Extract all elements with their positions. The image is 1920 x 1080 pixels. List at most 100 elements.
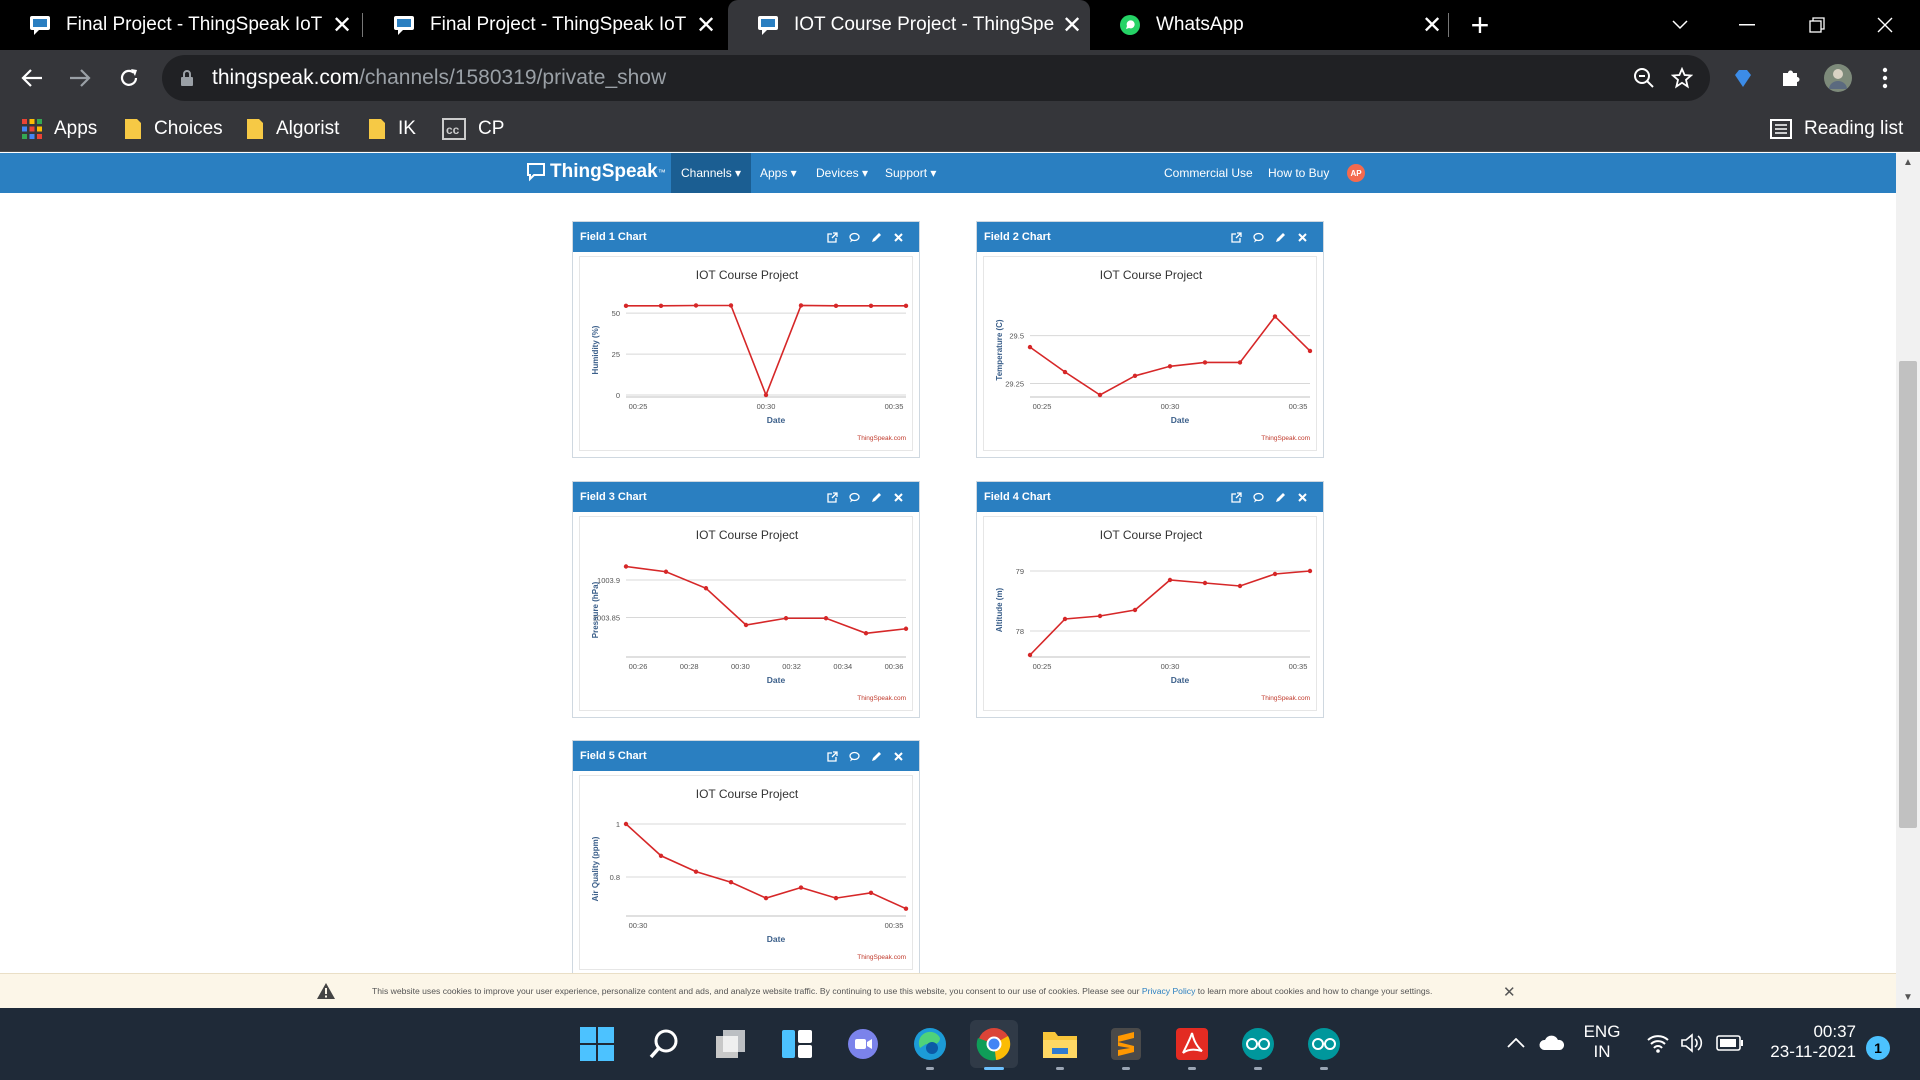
scrollbar-thumb[interactable]: [1899, 361, 1917, 828]
close-panel-icon[interactable]: [1291, 489, 1313, 505]
close-panel-icon[interactable]: [1291, 229, 1313, 245]
back-arrow-icon[interactable]: [14, 60, 50, 96]
panel-actions: [821, 482, 909, 512]
clock[interactable]: 00:37 23-11-2021: [1756, 1022, 1856, 1062]
zoom-icon[interactable]: [1630, 64, 1658, 92]
nav-support[interactable]: Support ▾: [875, 153, 946, 193]
comment-icon[interactable]: [843, 229, 865, 245]
teams-chat-icon[interactable]: [839, 1020, 887, 1068]
task-view-icon[interactable]: [707, 1020, 755, 1068]
reload-icon[interactable]: [111, 60, 147, 96]
edit-pencil-icon[interactable]: [865, 489, 887, 505]
minimize-icon[interactable]: [1712, 0, 1782, 50]
data-point: [743, 622, 749, 628]
y-axis-label: Altitude (m): [995, 587, 1004, 632]
cookie-banner: This website uses cookies to improve you…: [0, 973, 1896, 1008]
nav-how-to-buy[interactable]: How to Buy: [1258, 153, 1339, 193]
profile-avatar[interactable]: [1823, 63, 1853, 93]
nav-apps[interactable]: Apps ▾: [750, 153, 807, 193]
menu-kebab-icon[interactable]: [1870, 63, 1900, 93]
acrobat-pdf-icon[interactable]: [1168, 1020, 1216, 1070]
comment-icon[interactable]: [843, 748, 865, 764]
show-hidden-icons-chevron-icon[interactable]: [1502, 1028, 1530, 1058]
new-tab-button[interactable]: +: [1462, 8, 1498, 44]
bookmark-ik[interactable]: IK: [368, 114, 416, 144]
close-panel-icon[interactable]: [887, 489, 909, 505]
thingspeak-logo[interactable]: ThingSpeak ™: [526, 161, 666, 183]
series-line: [625, 565, 907, 635]
arduino-ide-icon[interactable]: [1234, 1020, 1282, 1070]
notification-badge[interactable]: 1: [1866, 1036, 1890, 1060]
restore-icon[interactable]: [1782, 0, 1852, 50]
battery-icon[interactable]: [1712, 1028, 1748, 1058]
edit-pencil-icon[interactable]: [1269, 229, 1291, 245]
bookmark-apps[interactable]: Apps: [22, 114, 97, 144]
nav-channels[interactable]: Channels ▾: [671, 153, 752, 193]
wifi-icon[interactable]: [1642, 1028, 1674, 1058]
edit-pencil-icon[interactable]: [865, 229, 887, 245]
privacy-policy-link[interactable]: Privacy Policy: [1142, 986, 1195, 996]
chrome-browser-icon[interactable]: [970, 1020, 1018, 1070]
logo-text: ThingSpeak: [550, 161, 658, 182]
bookmark-algorist[interactable]: Algorist: [246, 114, 339, 144]
y-axis-label: Pressure (hPa): [591, 581, 600, 638]
open-external-icon[interactable]: [821, 229, 843, 245]
clock-date: 23-11-2021: [1770, 1042, 1856, 1061]
nav-commercial-use[interactable]: Commercial Use: [1154, 153, 1263, 193]
comment-icon[interactable]: [1247, 229, 1269, 245]
widgets-icon[interactable]: [773, 1020, 821, 1068]
open-external-icon[interactable]: [1225, 489, 1247, 505]
extension-gem-icon[interactable]: [1728, 63, 1758, 93]
reading-list-button[interactable]: Reading list: [1770, 114, 1903, 144]
edge-browser-icon[interactable]: [906, 1020, 954, 1070]
onedrive-cloud-icon[interactable]: [1534, 1028, 1570, 1058]
scroll-down-arrow-icon[interactable]: ▼: [1896, 988, 1920, 1008]
open-external-icon[interactable]: [1225, 229, 1247, 245]
user-avatar[interactable]: AP: [1347, 164, 1365, 182]
search-icon[interactable]: [640, 1020, 688, 1068]
open-external-icon[interactable]: [821, 489, 843, 505]
close-panel-icon[interactable]: [887, 748, 909, 764]
comment-icon[interactable]: [843, 489, 865, 505]
y-axis-label: Air Quality (ppm): [591, 836, 600, 901]
cc-icon: cc: [442, 118, 466, 140]
svg-text:cc: cc: [446, 123, 460, 137]
tab-search-icon[interactable]: [1645, 0, 1715, 50]
close-tab-icon[interactable]: ✕: [688, 11, 724, 40]
close-window-icon[interactable]: [1850, 0, 1920, 50]
data-point: [868, 303, 874, 309]
forward-arrow-icon[interactable]: [62, 60, 98, 96]
close-tab-icon[interactable]: ✕: [1414, 11, 1450, 40]
bookmark-choices[interactable]: Choices: [124, 114, 223, 144]
chat-bubble-logo-icon: [527, 163, 545, 182]
nav-devices[interactable]: Devices ▾: [806, 153, 878, 193]
tab-3-active[interactable]: IOT Course Project - ThingSpeak ✕: [728, 0, 1090, 50]
tab-1[interactable]: Final Project - ThingSpeak IoT ✕: [0, 0, 360, 50]
language-indicator[interactable]: ENG IN: [1578, 1022, 1626, 1062]
bookmark-star-icon[interactable]: [1668, 64, 1696, 92]
scroll-up-arrow-icon[interactable]: ▲: [1896, 153, 1920, 173]
address-bar[interactable]: thingspeak.com/channels/1580319/private_…: [162, 55, 1710, 101]
close-cookie-banner-icon[interactable]: ✕: [1503, 983, 1516, 1001]
tab-4[interactable]: WhatsApp ✕: [1090, 0, 1450, 50]
start-windows-icon[interactable]: [573, 1020, 621, 1068]
open-external-icon[interactable]: [821, 748, 843, 764]
page-scrollbar[interactable]: ▲ ▼: [1896, 153, 1920, 1008]
extensions-puzzle-icon[interactable]: [1776, 63, 1806, 93]
bookmark-cp[interactable]: cc CP: [442, 114, 504, 144]
tab-2[interactable]: Final Project - ThingSpeak IoT ✕: [364, 0, 724, 50]
volume-speaker-icon[interactable]: [1676, 1028, 1708, 1058]
sublime-text-icon[interactable]: [1102, 1020, 1150, 1070]
close-tab-icon[interactable]: ✕: [324, 11, 360, 40]
comment-icon[interactable]: [1247, 489, 1269, 505]
y-tick-label: 29.25: [1005, 380, 1024, 389]
data-point: [1062, 616, 1068, 622]
edit-pencil-icon[interactable]: [1269, 489, 1291, 505]
close-panel-icon[interactable]: [887, 229, 909, 245]
file-explorer-icon[interactable]: [1036, 1020, 1084, 1070]
arduino-ide-icon-2[interactable]: [1300, 1020, 1348, 1070]
close-tab-icon[interactable]: ✕: [1054, 11, 1090, 40]
edit-pencil-icon[interactable]: [865, 748, 887, 764]
cookie-text: This website uses cookies to improve you…: [372, 986, 1140, 996]
x-axis-label: Date: [1171, 675, 1190, 685]
